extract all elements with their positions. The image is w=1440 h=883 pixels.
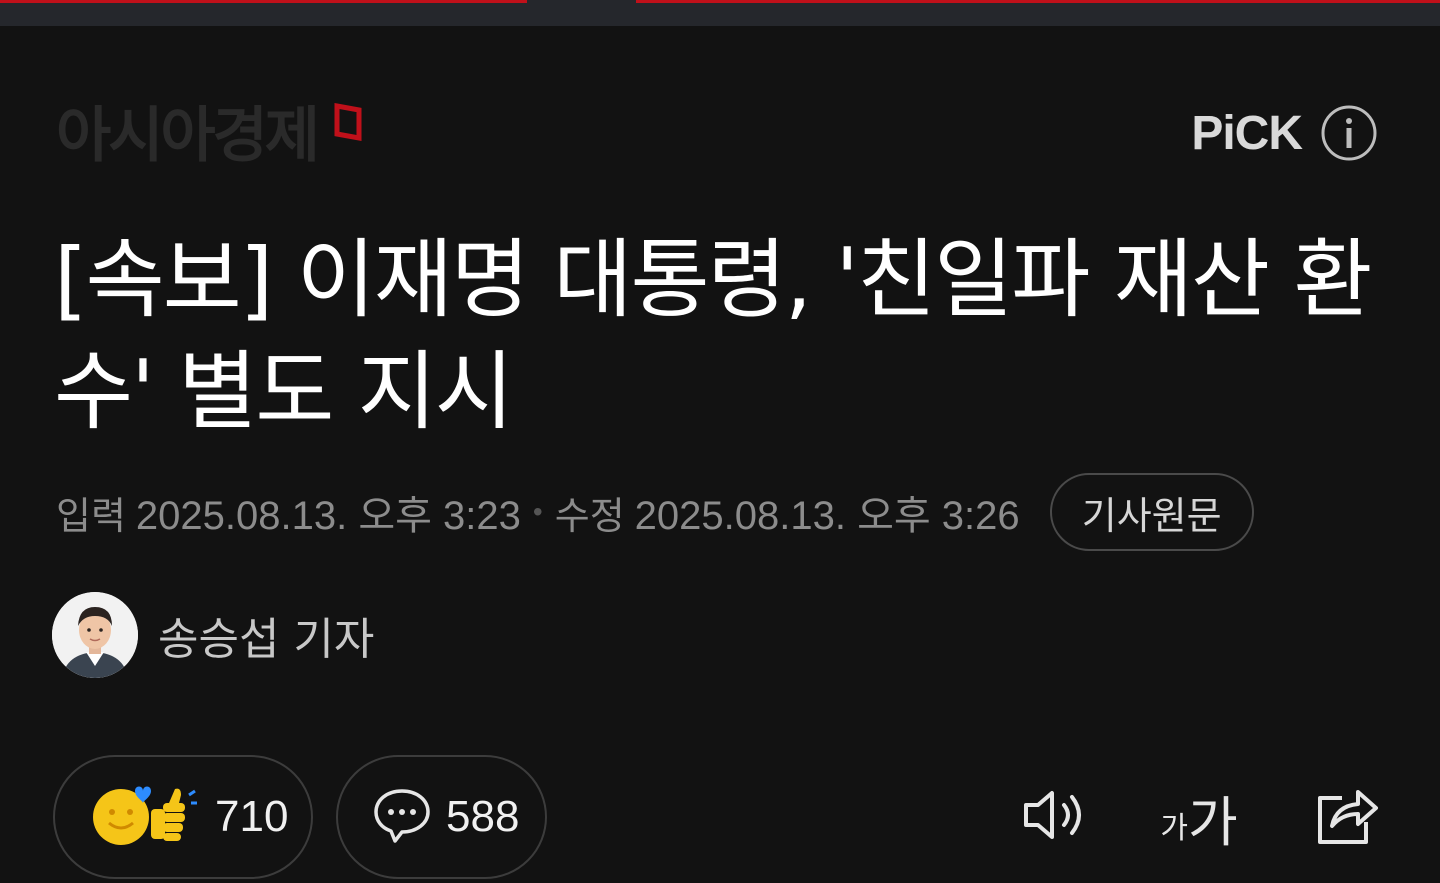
article-headline: [속보] 이재명 대통령, '친일파 재산 환수' 별도 지시 [54,230,1372,442]
reading-progress-bar-rest [636,0,1440,3]
article-meta: 입력 2025.08.13. 오후 3:23 • 수정 2025.08.13. … [56,472,1254,552]
input-time: 2025.08.13. 오후 3:23 [135,494,521,538]
info-icon[interactable] [1310,104,1388,162]
top-bar [0,0,1440,26]
comment-bubble-icon [372,785,432,849]
author-avatar[interactable] [52,592,138,678]
font-size-button[interactable]: 가 가 [1156,780,1242,854]
comment-count: 588 [446,792,520,841]
share-button[interactable] [1310,780,1384,854]
speaker-icon [1020,785,1090,849]
pick-label: PiCK [1191,106,1303,160]
press-logo-text: 아시아경제 [56,101,320,171]
author-name[interactable]: 송승섭 기자 [158,603,374,667]
font-size-small-glyph: 가 [1160,811,1188,846]
font-size-big-glyph: 가 [1187,790,1238,854]
original-article-button[interactable]: 기사원문 [1049,473,1254,551]
reaction-button[interactable]: 710 [53,755,313,879]
press-logo[interactable]: 아시아경제 [56,96,363,176]
smile-thumbs-up-icon [91,783,201,851]
modified-time: 2025.08.13. 오후 3:26 [634,494,1020,538]
press-logo-mark-icon [333,102,363,146]
input-label: 입력 [56,493,126,538]
pick-badge: PiCK [1191,104,1388,162]
share-icon [1314,784,1380,850]
text-to-speech-button[interactable] [1018,780,1092,854]
modified-label: 수정 [554,493,625,538]
reading-progress-bar [0,0,527,3]
meta-separator: • [532,496,543,527]
author-info[interactable]: 송승섭 기자 [52,592,374,678]
comment-button[interactable]: 588 [336,755,547,879]
reaction-count: 710 [215,792,289,841]
